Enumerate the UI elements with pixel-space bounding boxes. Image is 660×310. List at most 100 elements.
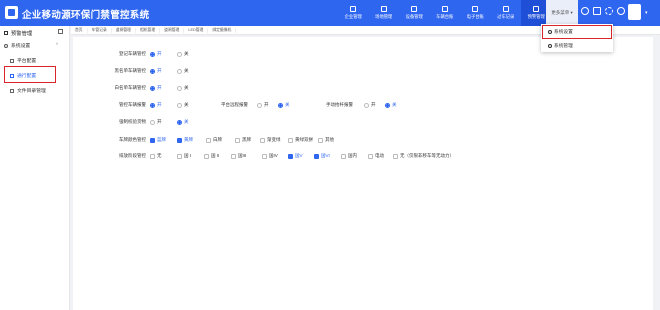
checkbox-box bbox=[177, 137, 182, 143]
emission-stage-checkbox[interactable]: 国IV bbox=[262, 153, 278, 159]
nav-icon bbox=[350, 6, 357, 12]
radio-option[interactable]: 关 bbox=[278, 102, 290, 108]
dropdown-item[interactable]: 系统管理 bbox=[543, 40, 611, 52]
radio-option[interactable]: 关 bbox=[177, 102, 189, 108]
radio-label: 开 bbox=[264, 102, 269, 107]
plate-color-checkbox[interactable]: 黄绿双拼 bbox=[288, 137, 313, 143]
tab-item[interactable]: 绑定摄像机 bbox=[208, 27, 237, 33]
top-header: 企业移动源环保门禁管控系统 企业管理 场地管理 设备管理 车辆台账 电子台账 过车记录 预警… bbox=[0, 0, 660, 26]
topnav-label: 设备管理 bbox=[405, 14, 423, 19]
topnav-item[interactable]: 企业管理 bbox=[338, 0, 369, 26]
search-icon[interactable] bbox=[581, 7, 589, 15]
radio-option[interactable]: 关 bbox=[177, 85, 189, 91]
topnav-item[interactable]: 车辆台账 bbox=[430, 0, 461, 26]
radio-option[interactable]: 开 bbox=[150, 119, 162, 125]
tab-item[interactable]: 相机管理 bbox=[136, 27, 161, 33]
chevron-down-icon[interactable]: ▾ bbox=[645, 10, 648, 16]
radio-dot bbox=[177, 68, 182, 74]
emission-stage-checkbox[interactable]: 无 bbox=[150, 153, 162, 159]
emission-stage-checkbox[interactable]: 电动 bbox=[368, 153, 384, 159]
checkbox-label: 蓝牌 bbox=[157, 137, 166, 142]
grid-icon bbox=[4, 31, 8, 35]
radio-dot bbox=[150, 51, 155, 57]
sidebar-group-system-settings[interactable]: 系统设置 bbox=[4, 42, 30, 49]
topnav-item[interactable]: 过车记录 bbox=[491, 0, 522, 26]
config-panel: 登记车辆管控开关黑名单车辆管控开关白名单车辆管控开关管控车辆报警开关强制校验货物… bbox=[73, 37, 653, 310]
radio-label: 关 bbox=[285, 102, 290, 107]
checkbox-box bbox=[177, 153, 182, 159]
sidebar-collapse-icon[interactable] bbox=[58, 29, 63, 34]
plate-color-checkbox[interactable]: 蓝牌 bbox=[150, 137, 166, 143]
field-label: 黑名单车辆管控 bbox=[114, 68, 147, 73]
theme-moon-icon[interactable] bbox=[617, 7, 625, 15]
radio-option[interactable]: 关 bbox=[177, 119, 189, 125]
emission-stage-checkbox[interactable]: 国 I bbox=[177, 153, 191, 159]
tab-item[interactable]: 车管记录 bbox=[88, 27, 112, 33]
radio-option[interactable]: 开 bbox=[150, 68, 162, 74]
gear-icon bbox=[4, 43, 8, 48]
checkbox-box bbox=[288, 137, 293, 143]
checkbox-label: 电动 bbox=[375, 153, 384, 158]
checkbox-label: 黄牌 bbox=[184, 137, 193, 142]
radio-label: 开 bbox=[157, 51, 162, 56]
radio-dot bbox=[177, 85, 182, 91]
avatar[interactable] bbox=[628, 4, 641, 20]
checkbox-box bbox=[231, 153, 236, 159]
radio-option[interactable]: 开 bbox=[257, 102, 269, 108]
emission-stage-checkbox[interactable]: 国内 bbox=[341, 153, 357, 159]
emission-stage-checkbox[interactable]: 国VI bbox=[314, 153, 330, 159]
chevron-up-icon[interactable]: ^ bbox=[56, 42, 58, 47]
nav-icon bbox=[380, 6, 387, 12]
field-label: 白名单车辆管控 bbox=[114, 85, 147, 90]
radio-label: 关 bbox=[184, 85, 189, 90]
checkbox-label: 渐变绿 bbox=[267, 137, 281, 142]
more-menu-dropdown: 系统设置 系统管理 bbox=[541, 24, 613, 52]
radio-option[interactable]: 开 bbox=[150, 85, 162, 91]
more-menu-label: 更多菜单 bbox=[551, 10, 570, 15]
emission-stage-checkbox[interactable]: 无（仅限非移车等无动力） bbox=[393, 153, 454, 159]
field-label: 排放阶段管控 bbox=[119, 153, 146, 158]
radio-dot bbox=[364, 102, 369, 108]
tab-item[interactable]: 道闸管理 bbox=[112, 27, 136, 33]
topnav-label: 车辆台账 bbox=[436, 14, 454, 19]
plate-color-checkbox[interactable]: 渐变绿 bbox=[260, 137, 281, 143]
radio-option[interactable]: 开 bbox=[150, 51, 162, 57]
plate-color-checkbox[interactable]: 黑牌 bbox=[235, 137, 251, 143]
tab-item[interactable]: 首页 bbox=[71, 27, 88, 33]
topnav-item[interactable]: 场地管理 bbox=[369, 0, 400, 26]
dropdown-item-label: 系统设置 bbox=[554, 29, 573, 34]
topnav-label: 场地管理 bbox=[375, 14, 393, 19]
more-menu-button[interactable]: 更多菜单 ▾ bbox=[546, 0, 578, 26]
emission-stage-checkbox[interactable]: 国III bbox=[231, 153, 246, 159]
topnav-label: 预警管理 bbox=[527, 14, 545, 19]
radio-option[interactable]: 关 bbox=[177, 68, 189, 74]
sidebar-item-file-directory[interactable]: 文件目录管理 bbox=[10, 87, 46, 94]
topnav-item[interactable]: 电子台账 bbox=[460, 0, 491, 26]
radio-option[interactable]: 开 bbox=[150, 102, 162, 108]
checkbox-label: 无 bbox=[157, 153, 162, 158]
dropdown-item-label: 系统管理 bbox=[554, 43, 573, 48]
radio-label: 开 bbox=[157, 102, 162, 107]
emission-stage-checkbox[interactable]: 国V bbox=[288, 153, 303, 159]
sidebar-item-platform-config[interactable]: 平台配置 bbox=[10, 57, 36, 64]
sidebar-item-label: 平台配置 bbox=[17, 59, 37, 64]
tab-item[interactable]: 道闸管理 bbox=[160, 27, 185, 33]
emission-stage-checkbox[interactable]: 国 II bbox=[204, 153, 219, 159]
topnav-item[interactable]: 设备管理 bbox=[399, 0, 430, 26]
radio-option[interactable]: 关 bbox=[177, 51, 189, 57]
plate-color-checkbox[interactable]: 黄牌 bbox=[177, 137, 193, 143]
tab-item[interactable]: LED管理 bbox=[184, 27, 209, 33]
plate-color-checkbox[interactable]: 其他 bbox=[318, 137, 334, 143]
plate-color-checkbox[interactable]: 白牌 bbox=[206, 137, 222, 143]
dropdown-item[interactable]: 系统设置 bbox=[542, 25, 612, 39]
radio-option[interactable]: 关 bbox=[385, 102, 397, 108]
checkbox-box bbox=[235, 137, 240, 143]
field-label: 管控车辆报警 bbox=[119, 102, 146, 107]
folder-icon bbox=[10, 88, 14, 93]
radio-dot bbox=[150, 102, 155, 108]
radio-dot bbox=[257, 102, 262, 108]
checkbox-box bbox=[393, 153, 398, 159]
home-icon[interactable] bbox=[593, 7, 601, 15]
radio-option[interactable]: 开 bbox=[364, 102, 376, 108]
fullscreen-icon[interactable] bbox=[605, 7, 613, 15]
